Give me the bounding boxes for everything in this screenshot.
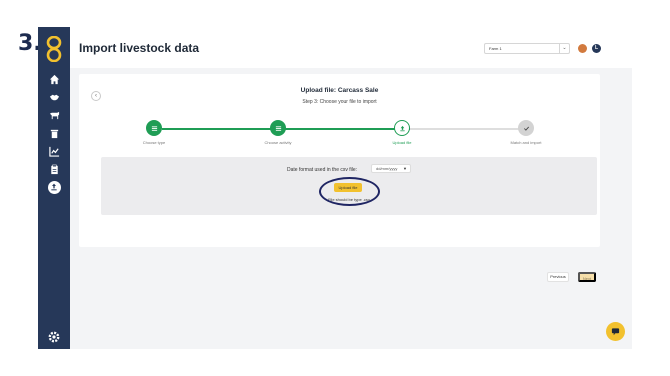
chat-button[interactable] [606,322,625,341]
chat-icon [611,328,620,336]
date-format-value: dd/mm/yyyy [376,166,398,171]
handshake-icon [49,94,59,100]
sidebar-item-disposal[interactable] [44,125,64,141]
upload-icon [51,183,57,191]
screenshot-stage: 3. Import livestock data Farm 1 ⌄ L ‹ Up… [0,0,670,376]
previous-button[interactable]: Previous [547,272,569,282]
sidebar-item-reports[interactable] [44,143,64,159]
farm-select-value: Farm 1 [489,46,502,51]
date-format-select[interactable]: dd/mm/yyyy ▼ [371,164,411,173]
annotation-highlight-ellipse [319,177,380,206]
cow-icon [49,111,59,119]
chart-icon [48,146,59,157]
step-choose-type[interactable] [146,120,162,136]
list-icon [151,125,157,131]
page-title: Import livestock data [79,41,200,55]
sidebar-item-trading[interactable] [44,89,64,105]
wizard-subtitle: Step 3: Choose your file to import [302,99,377,105]
sidebar-item-records[interactable] [44,161,64,177]
step-label-upload-file: Upload file [392,140,412,145]
sidebar-item-import[interactable] [44,179,64,195]
wizard-card: ‹ Upload file: Carcass Sale Step 3: Choo… [79,74,600,282]
progress-track-complete [162,128,410,130]
main-area: Import livestock data Farm 1 ⌄ L ‹ Uploa… [70,27,632,349]
chevron-down-icon: ⌄ [559,44,569,53]
wizard-title: Upload file: Carcass Sale [300,87,379,94]
date-format-label: Date format used in the csv file: [287,167,358,173]
clipboard-icon [50,164,58,174]
step-label-choose-type: Choose type [142,140,166,145]
notification-icon[interactable] [578,44,587,53]
step-label-match-import: Match and import [510,140,542,145]
upload-icon [399,125,405,131]
caret-down-icon: ▼ [403,166,407,171]
sidebar [38,27,70,349]
sidebar-item-livestock[interactable] [44,107,64,123]
sidebar-item-home[interactable] [44,71,64,87]
list-icon [275,125,281,131]
next-button[interactable]: Next [578,272,596,282]
app-logo [46,36,62,62]
step-choose-activity[interactable] [270,120,286,136]
check-icon [523,126,529,131]
progress-track-remaining [410,128,526,130]
trash-icon [50,129,58,138]
step-upload-file[interactable] [394,120,410,136]
gear-icon[interactable] [47,330,61,344]
import-item-highlight [47,180,61,194]
step-match-import[interactable] [518,120,534,136]
step-label-choose-activity: Choose activity [264,140,292,145]
farm-select[interactable]: Farm 1 ⌄ [484,43,570,54]
user-avatar[interactable]: L [592,44,601,53]
home-icon [49,74,59,84]
